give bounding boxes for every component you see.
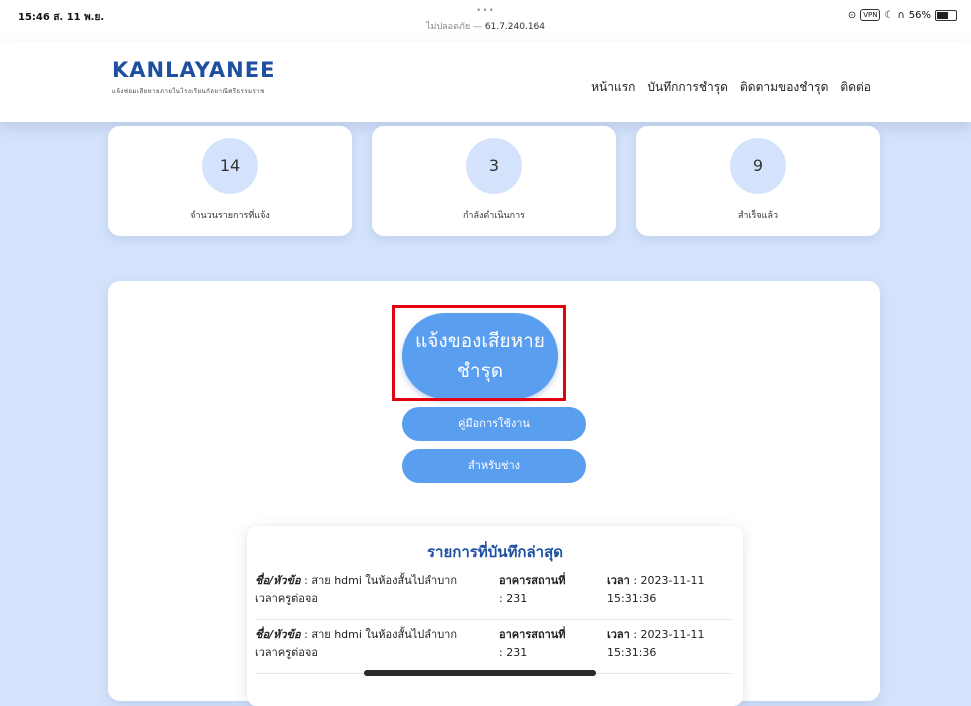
record-building: อาคารสถานที่ : 231 — [499, 626, 599, 662]
moon-icon: ☾ — [884, 9, 894, 21]
main-nav: หน้าแรก บันทึกการชำรุด ติดตามของชำรุด ติ… — [591, 78, 871, 97]
recent-records-title: รายการที่บันทึกล่าสุด — [427, 543, 563, 561]
stat-total-label: จำนวนรายการที่แจ้ง — [190, 211, 270, 221]
address-area[interactable]: ••• ไม่ปลอดภัย — 61.7.240.164 — [0, 6, 971, 33]
record-time: เวลา : 2023-11-11 15:31:36 — [607, 572, 731, 608]
subject-label: ชื่อ/หัวข้อ — [255, 628, 301, 641]
home-indicator[interactable] — [364, 670, 596, 676]
subject-text: : สาย hdmi ในห้องสั้นไปลำบาก — [300, 628, 458, 641]
time-value-2: 15:31:36 — [607, 592, 657, 605]
more-dots-icon[interactable]: ••• — [0, 6, 971, 16]
subject-text: : สาย hdmi ในห้องสั้นไปลำบาก — [300, 574, 458, 587]
stat-completed-value: 9 — [730, 138, 786, 194]
battery-fill — [937, 11, 949, 19]
record-building: อาคารสถานที่ : 231 — [499, 572, 599, 608]
url-text: 61.7.240.164 — [484, 22, 545, 32]
list-item[interactable]: ชื่อ/หัวข้อ : สาย hdmi ในห้องสั้นไปลำบาก… — [255, 572, 731, 614]
subject-text-2: เวลาครูต่อจอ — [255, 646, 318, 659]
time-value-2: 15:31:36 — [607, 646, 657, 659]
time-value: : 2023-11-11 — [629, 574, 705, 587]
brand-subtitle: แจ้งซ่อมเสียหายภายในโรงเรียนกัลยาณีศรีธร… — [112, 88, 265, 95]
record-subject: ชื่อ/หัวข้อ : สาย hdmi ในห้องสั้นไปลำบาก… — [255, 572, 491, 608]
stat-in-progress-value: 3 — [466, 138, 522, 194]
building-value: : 231 — [499, 646, 528, 659]
link-icon: ⊙ — [847, 9, 857, 21]
site-header: KANLAYANEE แจ้งซ่อมเสียหายภายในโรงเรียนก… — [0, 42, 971, 122]
recent-records-panel: รายการที่บันทึกล่าสุด ชื่อ/หัวข้อ : สาย … — [247, 526, 743, 706]
stat-total-value: 14 — [202, 138, 258, 194]
time-label: เวลา — [607, 628, 630, 641]
record-subject: ชื่อ/หัวข้อ : สาย hdmi ในห้องสั้นไปลำบาก… — [255, 626, 491, 662]
url-display[interactable]: ไม่ปลอดภัย — 61.7.240.164 — [0, 19, 971, 33]
battery-percent: 56% — [908, 9, 931, 21]
subject-text-2: เวลาครูต่อจอ — [255, 592, 318, 605]
nav-contact[interactable]: ติดต่อ — [840, 78, 871, 97]
stat-card-completed: 9 สำเร็จแล้ว — [636, 126, 880, 236]
stat-card-in-progress: 3 กำลังดำเนินการ — [372, 126, 616, 236]
technician-button[interactable]: สำหรับช่าง — [402, 449, 586, 483]
status-bar: 15:46 ส. 11 พ.ย. ••• ไม่ปลอดภัย — 61.7.2… — [0, 0, 971, 42]
time-value: : 2023-11-11 — [629, 628, 705, 641]
building-value: : 231 — [499, 592, 528, 605]
battery-icon — [935, 9, 957, 21]
stat-card-total: 14 จำนวนรายการที่แจ้ง — [108, 126, 352, 236]
stat-in-progress-label: กำลังดำเนินการ — [462, 211, 526, 221]
status-icons: ⊙ VPN ☾ ∩ 56% — [848, 9, 957, 21]
list-item[interactable]: ชื่อ/หัวข้อ : สาย hdmi ในห้องสั้นไปลำบาก… — [255, 626, 731, 668]
user-manual-button[interactable]: คู่มือการใช้งาน — [402, 407, 586, 441]
brand-logo[interactable]: KANLAYANEE แจ้งซ่อมเสียหายภายในโรงเรียนก… — [112, 58, 275, 96]
building-label: อาคารสถานที่ — [499, 628, 566, 641]
record-time: เวลา : 2023-11-11 15:31:36 — [607, 626, 731, 662]
highlight-box — [392, 305, 566, 401]
vpn-icon: VPN — [860, 9, 881, 21]
nav-record-damage[interactable]: บันทึกการชำรุด — [647, 78, 728, 97]
nav-home[interactable]: หน้าแรก — [591, 78, 635, 97]
main-panel: แจ้งของเสียหาย ชำรุด คู่มือการใช้งาน สำห… — [108, 281, 880, 706]
building-label: อาคารสถานที่ — [499, 574, 566, 587]
subject-label: ชื่อ/หัวข้อ — [255, 574, 301, 587]
insecure-label: ไม่ปลอดภัย — — [425, 22, 482, 32]
stat-completed-label: สำเร็จแล้ว — [737, 211, 779, 221]
nav-track-damage[interactable]: ติดตามของชำรุด — [740, 78, 828, 97]
time-label: เวลา — [607, 574, 630, 587]
brand-title[interactable]: KANLAYANEE — [112, 58, 275, 82]
headphones-icon: ∩ — [897, 9, 905, 21]
divider — [255, 619, 731, 620]
